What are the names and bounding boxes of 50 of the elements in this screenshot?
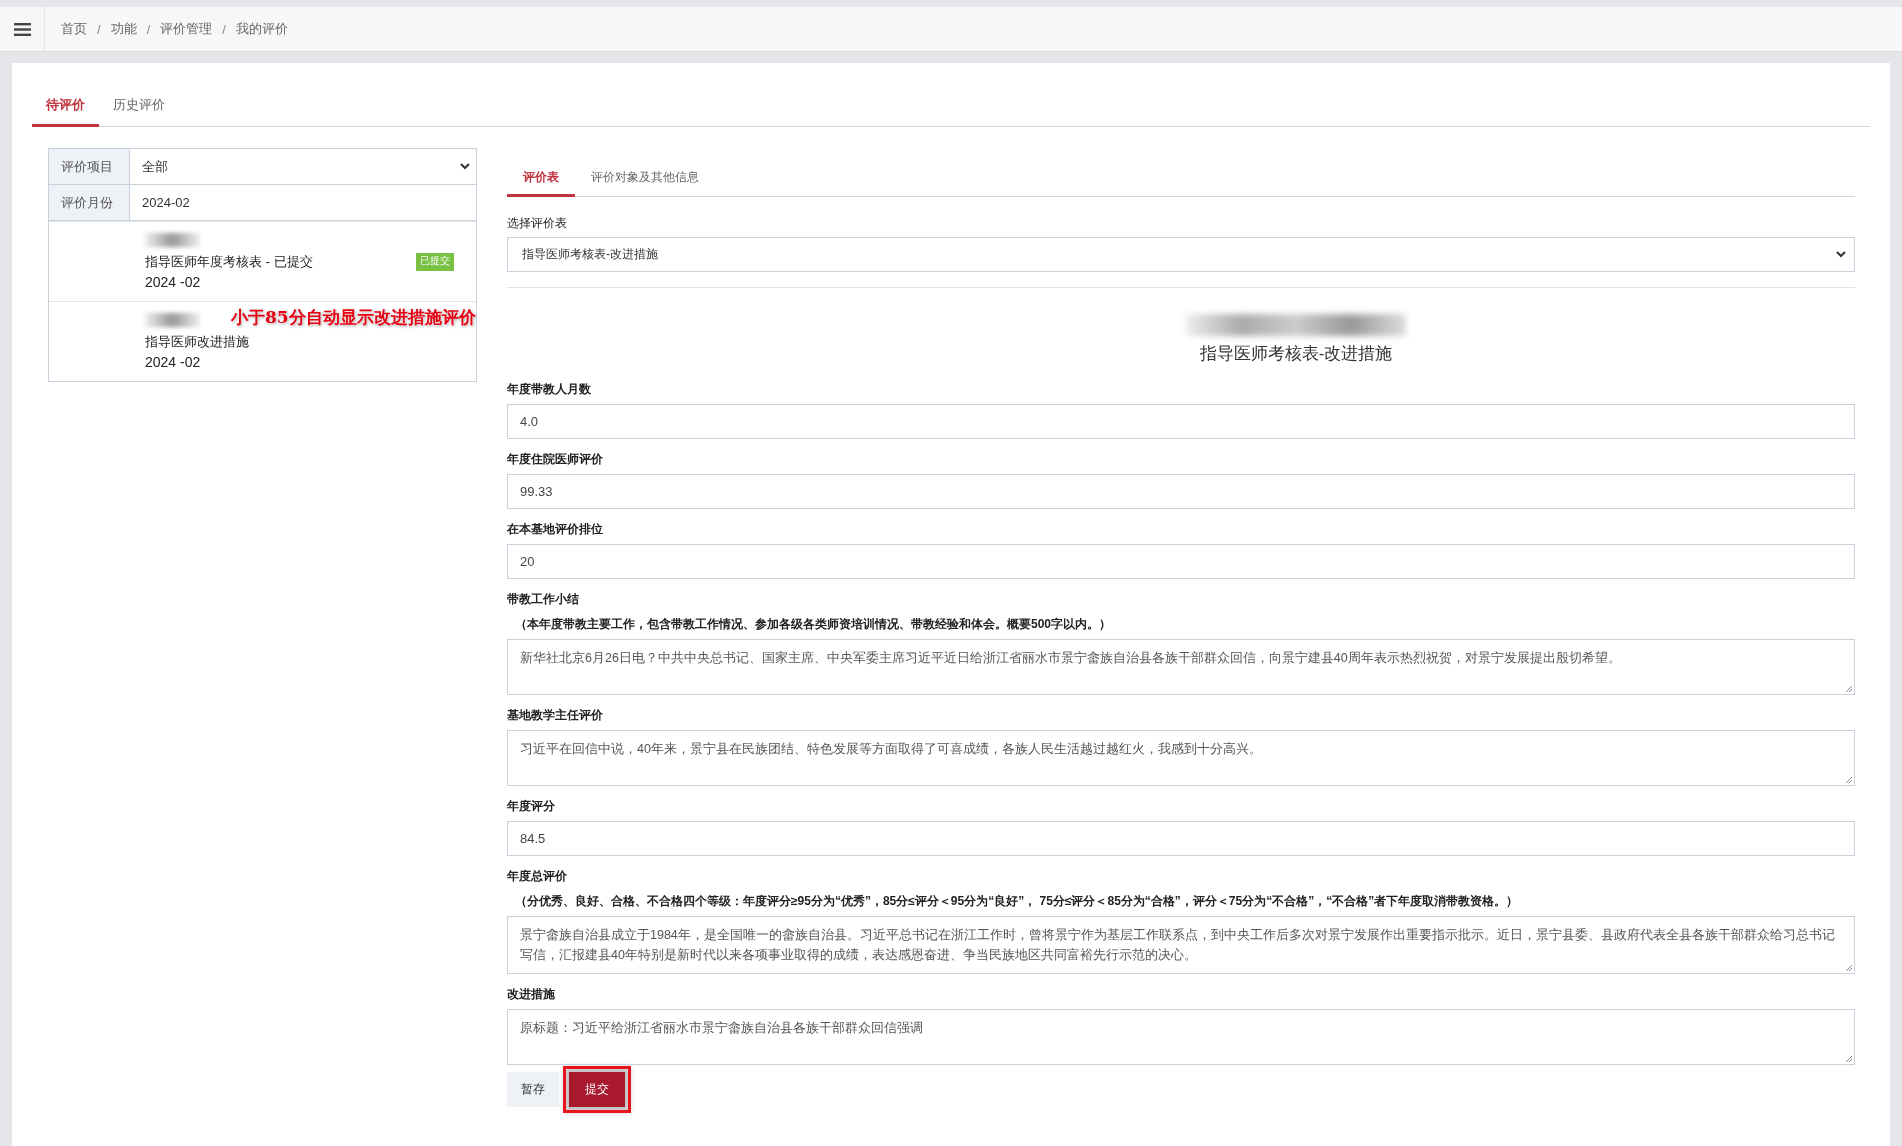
status-badge: 已提交 [416,253,454,271]
field-label: 评价项目 [49,149,130,184]
chevron-icon [1836,251,1846,258]
resize-grip-icon[interactable] [1845,685,1853,693]
chevron-icon [460,163,470,170]
resize-grip-icon[interactable] [1845,776,1853,784]
save-draft-button[interactable]: 暂存 [507,1072,559,1107]
input-field[interactable]: 20 [507,544,1855,579]
tab[interactable]: 待评价 [32,83,99,127]
tab[interactable]: 历史评价 [99,83,179,127]
text-area[interactable]: 新华社北京6月26日电？中共中央总书记、国家主席、中央军委主席习近平近日给浙江省丽水市景宁畲族自治县各族干部群众回信，向景宁建县40周年表示热烈祝贺，对景宁发展提出殷切希望。 [507,639,1855,695]
breadcrumb-link[interactable]: 我的评价 [235,20,288,38]
tab[interactable]: 评价对象及其他信息 [575,158,715,197]
breadcrumb-link[interactable]: 首页 [61,20,87,38]
form-title: 指导医师考核表-改进措施 [1199,343,1393,365]
redaction-mark [145,313,200,327]
resize-grip-icon[interactable] [1845,964,1853,972]
field-label: 改进措施 [507,986,556,1003]
field-label: 选择评价表 [507,215,568,231]
field-hint: （分优秀、良好、合格、不合格四个等级：年度评分≥95分为“优秀”，85分≤评分＜95分为“良好”， 75分≤评分＜85分为“合格”，评分＜75分为“不合格”，“不合格”者下年度取消带教资格。） [515,893,1520,910]
field-label: 年度带教人月数 [507,381,592,398]
redaction-mark [145,233,200,247]
text-area[interactable]: 习近平在回信中说，40年来，景宁县在民族团结、特色发展等方面取得了可喜成绩，各族人民生活越过越红火，我感到十分高兴。 [507,730,1855,786]
list-item[interactable]: 指导医师改进措施 2024 -02 小于85分自动显示改进措施评价 [49,301,476,381]
field-label: 评价月份 [49,185,130,220]
tab[interactable]: 评价表 [507,158,575,197]
text-area[interactable]: 景宁畲族自治县成立于1984年，是全国唯一的畲族自治县。习近平总书记在浙江工作时，曾将景宁作为基层工作联系点，到中央工作后多次对景宁发展作出重要指示批示。近日，景宁县委、县政府代表全县各族干部群众给习总书记写信，汇报建县40年特别是新时代以来各项事业取得的成绩，表达感恩奋进、争当民族地区共同富裕先行示范的决心。 [507,916,1855,974]
field-label: 在本基地评价排位 [507,521,604,538]
menu-icon[interactable] [13,22,31,36]
input-field[interactable]: 4.0 [507,404,1855,439]
text-area[interactable]: 原标题：习近平给浙江省丽水市景宁畲族自治县各族干部群众回信强调 [507,1009,1855,1065]
select-field[interactable]: 全部 [130,149,476,184]
field-label: 年度评分 [507,798,556,815]
input-field[interactable]: 99.33 [507,474,1855,509]
input-field[interactable]: 84.5 [507,821,1855,856]
breadcrumb-separator: / [146,21,151,37]
field-label: 年度总评价 [507,868,568,885]
field-label: 带教工作小结 [507,591,580,608]
select-field[interactable]: 指导医师考核表-改进措施 [507,237,1855,272]
breadcrumb-separator: / [222,21,226,37]
breadcrumb-separator: / [97,21,101,37]
breadcrumb-link[interactable]: 功能 [110,20,137,38]
breadcrumb-link[interactable]: 评价管理 [160,20,213,38]
annotation-text: 小于85分自动显示改进措施评价 [231,306,476,329]
list-item[interactable]: 指导医师年度考核表 - 已提交 已提交 2024 -02 [49,221,476,301]
input-field[interactable]: 2024-02 [130,185,476,220]
field-hint: （本年度带教主要工作，包含带教工作情况、参加各级各类师资培训情况、带教经验和体会。概要500字以内。） [515,616,1113,633]
field-label: 年度住院医师评价 [507,451,604,468]
resize-grip-icon[interactable] [1845,1055,1853,1063]
field-label: 基地教学主任评价 [507,707,604,724]
